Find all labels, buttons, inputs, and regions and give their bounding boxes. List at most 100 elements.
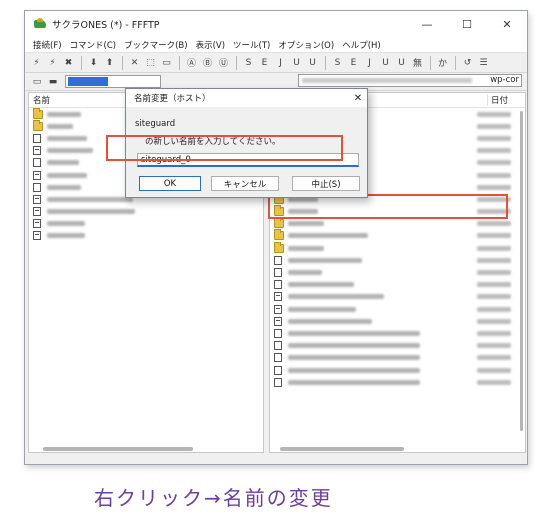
list-item[interactable] xyxy=(29,218,263,230)
open-folder-icon[interactable]: ▬ xyxy=(45,75,61,89)
local-utf8-icon[interactable]: U xyxy=(378,55,393,70)
ffftp-app-icon xyxy=(33,18,47,30)
blurred-file-date xyxy=(477,184,511,190)
mkdir-icon[interactable]: ▭ xyxy=(159,55,174,70)
list-item[interactable] xyxy=(270,279,525,291)
menu-option[interactable]: オプション(O) xyxy=(274,39,338,51)
folder-up-icon[interactable]: ▭ xyxy=(29,75,45,89)
text-file-icon xyxy=(33,207,41,217)
blurred-file-name xyxy=(47,233,85,239)
menu-connect[interactable]: 接続(F) xyxy=(29,39,66,51)
maximize-button[interactable]: ☐ xyxy=(447,11,487,37)
blurred-file-date xyxy=(477,343,511,349)
connect-icon[interactable]: ⚡ xyxy=(29,55,44,70)
menu-bookmark[interactable]: ブックマーク(B) xyxy=(120,39,191,51)
local-jis-icon[interactable]: J xyxy=(362,55,377,70)
list-item[interactable] xyxy=(270,364,525,376)
blurred-file-date xyxy=(477,270,511,276)
local-sjis-icon[interactable]: S xyxy=(330,55,345,70)
local-utf8bom-icon[interactable]: U xyxy=(394,55,409,70)
host-euc-icon[interactable]: E xyxy=(257,55,272,70)
host-utf8-icon[interactable]: U xyxy=(289,55,304,70)
refresh-icon[interactable]: ↺ xyxy=(460,55,475,70)
list-item[interactable] xyxy=(270,229,525,242)
delete-icon[interactable]: ✕ xyxy=(127,55,142,70)
menu-tool[interactable]: ツール(T) xyxy=(229,39,274,51)
list-item[interactable] xyxy=(29,206,263,218)
file-icon xyxy=(33,182,41,192)
list-item[interactable] xyxy=(270,303,525,315)
local-path-combobox[interactable] xyxy=(65,75,161,88)
remote-path-text: wp-cor xyxy=(490,75,519,85)
folder-icon xyxy=(274,241,284,253)
blurred-file-date xyxy=(477,330,511,336)
blurred-file-date xyxy=(477,355,511,361)
blurred-file-name xyxy=(47,148,93,154)
kana-convert-icon[interactable]: か xyxy=(435,55,450,70)
toolbar-separator xyxy=(455,55,456,70)
text-file-icon xyxy=(33,170,41,180)
file-icon xyxy=(274,328,282,338)
upload-icon[interactable]: ⬆ xyxy=(102,55,117,70)
blurred-file-name xyxy=(47,135,87,141)
blurred-file-date xyxy=(477,111,511,117)
dialog-close-icon[interactable]: ✕ xyxy=(349,93,367,104)
folder-icon xyxy=(33,107,43,119)
blurred-file-name xyxy=(288,355,420,361)
remote-path-combobox[interactable]: wp-cor xyxy=(298,74,522,87)
abort-button[interactable]: 中止(S) xyxy=(292,176,360,191)
list-item[interactable] xyxy=(270,291,525,303)
minimize-button[interactable]: — xyxy=(407,11,447,37)
blurred-file-name xyxy=(288,257,362,263)
column-date[interactable]: 日付 xyxy=(487,94,525,106)
local-euc-icon[interactable]: E xyxy=(346,55,361,70)
download-icon[interactable]: ⬇ xyxy=(86,55,101,70)
mode-binary-icon[interactable]: Ⓑ xyxy=(200,55,215,70)
list-item[interactable] xyxy=(270,266,525,278)
blurred-file-name xyxy=(47,184,81,190)
blurred-file-name xyxy=(47,209,135,215)
list-item[interactable] xyxy=(270,315,525,327)
mode-auto-icon[interactable]: Ⓐ xyxy=(184,55,199,70)
blurred-file-name xyxy=(47,160,79,166)
no-convert-icon[interactable]: 無 xyxy=(410,55,425,70)
list-item[interactable] xyxy=(270,327,525,339)
ok-button[interactable]: OK xyxy=(139,176,201,191)
blurred-file-date xyxy=(477,135,511,141)
mode-ascii-icon[interactable]: Ⓤ xyxy=(216,55,231,70)
menu-view[interactable]: 表示(V) xyxy=(192,39,229,51)
menu-command[interactable]: コマンド(C) xyxy=(66,39,121,51)
menu-bar: 接続(F) コマンド(C) ブックマーク(B) 表示(V) ツール(T) オプシ… xyxy=(25,37,527,53)
remote-hscrollbar[interactable] xyxy=(280,447,404,451)
dialog-title: 名前変更（ホスト） xyxy=(134,94,211,104)
close-button[interactable]: ✕ xyxy=(487,11,527,37)
list-item[interactable] xyxy=(270,241,525,254)
host-jis-icon[interactable]: J xyxy=(273,55,288,70)
list-item[interactable] xyxy=(29,230,263,242)
file-icon xyxy=(274,280,282,290)
list-item[interactable] xyxy=(270,254,525,266)
dialog-target-name: siteguard xyxy=(135,119,176,129)
blurred-file-name xyxy=(288,318,372,324)
quick-connect-icon[interactable]: ⚡ xyxy=(45,55,60,70)
title-bar: サクラONES (*) - FFFTP — ☐ ✕ xyxy=(25,11,527,37)
remote-vscrollbar[interactable] xyxy=(520,111,523,431)
file-icon xyxy=(274,377,282,387)
list-item[interactable] xyxy=(270,352,525,364)
list-item[interactable] xyxy=(270,376,525,388)
list-view-icon[interactable]: ☰ xyxy=(476,55,491,70)
local-hscrollbar[interactable] xyxy=(43,447,193,451)
rename-icon[interactable]: ⬚ xyxy=(143,55,158,70)
host-sjis-icon[interactable]: S xyxy=(241,55,256,70)
caption: 右クリック→名前の変更 xyxy=(94,486,333,510)
dialog-title-bar: 名前変更（ホスト） ✕ xyxy=(126,89,367,107)
blurred-file-date xyxy=(477,318,511,324)
host-utf8bom-icon[interactable]: U xyxy=(305,55,320,70)
text-file-icon xyxy=(33,231,41,241)
cancel-button[interactable]: キャンセル xyxy=(211,176,279,191)
disconnect-icon[interactable]: ✖ xyxy=(61,55,76,70)
text-file-icon xyxy=(33,146,41,156)
menu-help[interactable]: ヘルプ(H) xyxy=(338,39,385,51)
list-item[interactable] xyxy=(270,217,525,230)
list-item[interactable] xyxy=(270,340,525,352)
